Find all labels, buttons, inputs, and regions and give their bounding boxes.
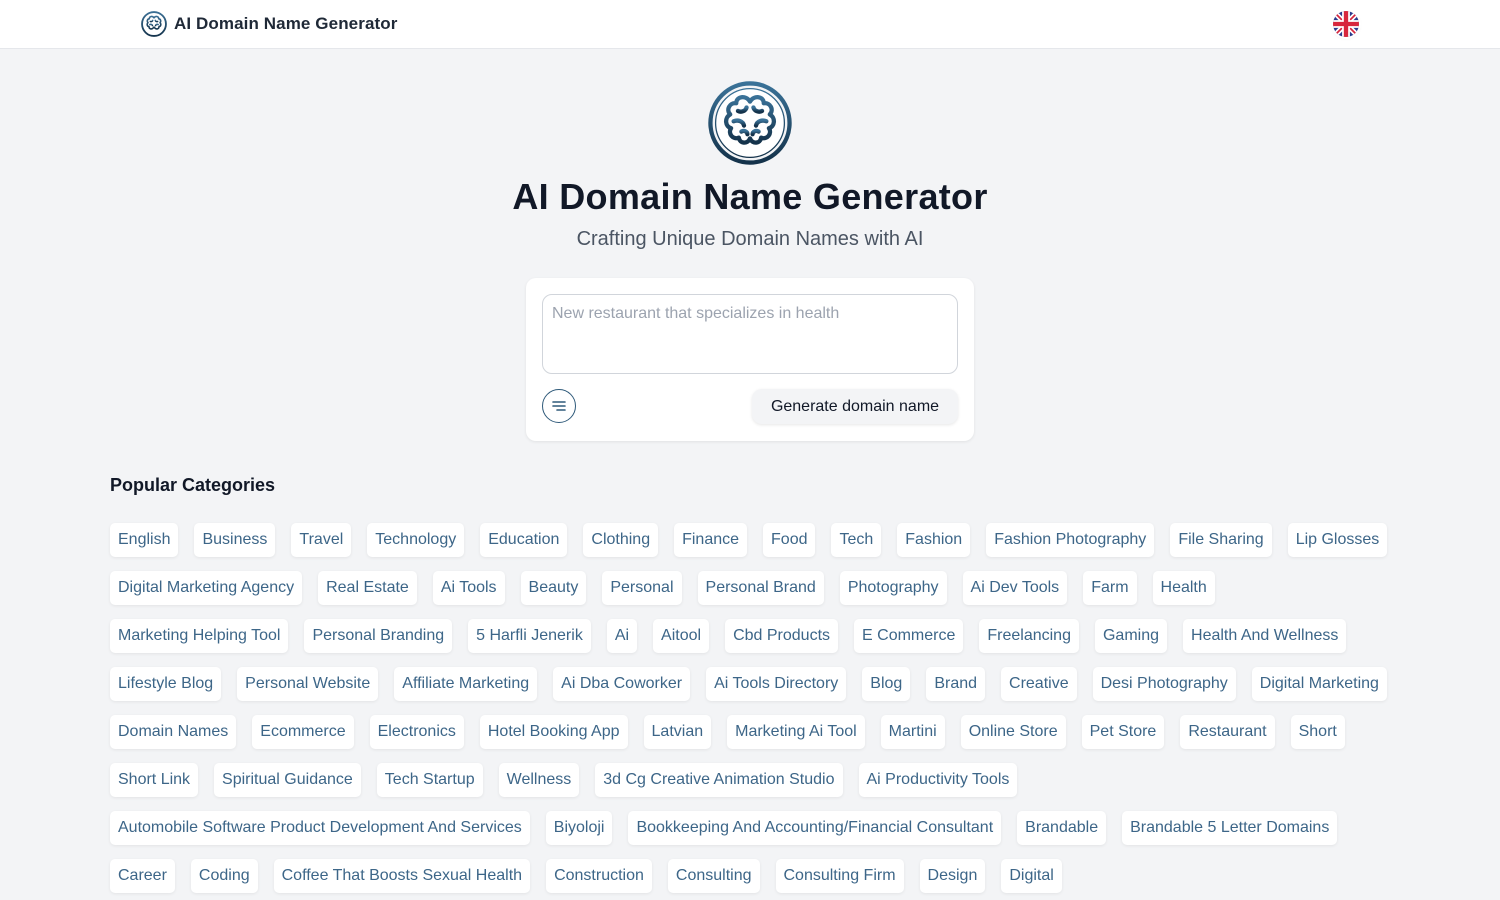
category-tag[interactable]: Ecommerce: [252, 715, 354, 749]
category-tag[interactable]: Beauty: [520, 571, 587, 605]
category-tag[interactable]: Affiliate Marketing: [394, 667, 538, 701]
category-tag[interactable]: Digital Marketing Agency: [110, 571, 303, 605]
category-tag[interactable]: Digital Marketing: [1251, 667, 1387, 701]
category-tag[interactable]: Gaming: [1094, 619, 1168, 653]
category-tag[interactable]: Biyoloji: [545, 811, 613, 845]
category-tag[interactable]: 5 Harfli Jenerik: [468, 619, 591, 653]
category-tag[interactable]: Finance: [674, 523, 748, 557]
brain-icon: [141, 11, 167, 37]
category-tag[interactable]: Hotel Booking App: [479, 715, 628, 749]
category-tag[interactable]: Desi Photography: [1092, 667, 1236, 701]
category-tag[interactable]: Ai: [606, 619, 638, 653]
category-tag[interactable]: Creative: [1001, 667, 1077, 701]
category-tag[interactable]: Lip Glosses: [1287, 523, 1388, 557]
category-tag[interactable]: Martini: [880, 715, 945, 749]
category-tag[interactable]: Ai Productivity Tools: [858, 763, 1018, 797]
domain-search-card: Generate domain name: [526, 278, 974, 441]
category-tag[interactable]: Ai Dba Coworker: [553, 667, 691, 701]
category-tag[interactable]: Wellness: [498, 763, 580, 797]
category-tag[interactable]: Aitool: [653, 619, 710, 653]
category-tag[interactable]: Technology: [367, 523, 465, 557]
category-tag[interactable]: Consulting Firm: [775, 859, 904, 893]
category-tag[interactable]: Personal: [602, 571, 682, 605]
language-selector[interactable]: [1333, 11, 1359, 37]
category-tag[interactable]: Health: [1152, 571, 1215, 605]
category-tag[interactable]: Tech: [831, 523, 882, 557]
page-subtitle: Crafting Unique Domain Names with AI: [576, 228, 924, 250]
uk-flag-icon: [1333, 11, 1359, 37]
category-tag[interactable]: Short: [1290, 715, 1345, 749]
category-tag[interactable]: Domain Names: [110, 715, 237, 749]
category-tag[interactable]: Consulting: [667, 859, 760, 893]
business-description-input[interactable]: [542, 294, 958, 374]
brain-icon: [708, 81, 792, 165]
category-tag[interactable]: Education: [480, 523, 568, 557]
category-tag[interactable]: Digital: [1001, 859, 1062, 893]
category-tag[interactable]: Design: [919, 859, 986, 893]
brand-name: AI Domain Name Generator: [174, 14, 398, 33]
category-tag[interactable]: Bookkeeping And Accounting/Financial Con…: [628, 811, 1002, 845]
category-tag[interactable]: Business: [194, 523, 276, 557]
category-tag[interactable]: Fashion Photography: [986, 523, 1155, 557]
category-tag[interactable]: Farm: [1083, 571, 1137, 605]
category-tag[interactable]: Cbd Products: [725, 619, 839, 653]
category-tag[interactable]: English: [110, 523, 179, 557]
category-tag[interactable]: Food: [763, 523, 816, 557]
category-tag[interactable]: Blog: [862, 667, 911, 701]
category-tag-list: English Business Travel Technology Education…: [110, 523, 1400, 893]
category-tag[interactable]: Clothing: [583, 523, 659, 557]
options-button[interactable]: [542, 389, 576, 423]
category-tag[interactable]: Pet Store: [1081, 715, 1165, 749]
page-title: AI Domain Name Generator: [512, 176, 988, 217]
top-navbar: AI Domain Name Generator: [0, 0, 1500, 49]
category-tag[interactable]: Tech Startup: [376, 763, 483, 797]
category-tag[interactable]: Online Store: [960, 715, 1066, 749]
category-tag[interactable]: Electronics: [369, 715, 464, 749]
category-tag[interactable]: Ai Tools: [432, 571, 505, 605]
category-tag[interactable]: Coding: [190, 859, 258, 893]
category-tag[interactable]: Marketing Ai Tool: [727, 715, 865, 749]
category-tag[interactable]: 3d Cg Creative Animation Studio: [595, 763, 843, 797]
filter-lines-icon: [552, 401, 566, 411]
hero-logo: [707, 80, 793, 166]
category-tag[interactable]: Career: [110, 859, 175, 893]
category-tag[interactable]: Coffee That Boosts Sexual Health: [273, 859, 531, 893]
category-tag[interactable]: Short Link: [110, 763, 199, 797]
category-tag[interactable]: Travel: [291, 523, 352, 557]
category-tag[interactable]: Personal Branding: [304, 619, 453, 653]
category-tag[interactable]: Spiritual Guidance: [214, 763, 361, 797]
category-tag[interactable]: Health And Wellness: [1183, 619, 1347, 653]
category-tag[interactable]: Latvian: [643, 715, 712, 749]
category-tag[interactable]: Marketing Helping Tool: [110, 619, 289, 653]
category-tag[interactable]: Automobile Software Product Development …: [110, 811, 530, 845]
category-tag[interactable]: Brandable: [1017, 811, 1107, 845]
category-tag[interactable]: Restaurant: [1180, 715, 1275, 749]
category-tag[interactable]: Ai Dev Tools: [962, 571, 1068, 605]
category-tag[interactable]: Construction: [546, 859, 652, 893]
popular-categories-heading: Popular Categories: [110, 475, 276, 495]
category-tag[interactable]: Personal Website: [237, 667, 379, 701]
category-tag[interactable]: E Commerce: [854, 619, 964, 653]
generate-domain-button[interactable]: Generate domain name: [752, 389, 958, 424]
category-tag[interactable]: Ai Tools Directory: [706, 667, 847, 701]
category-tag[interactable]: Freelancing: [979, 619, 1079, 653]
category-tag[interactable]: Brandable 5 Letter Domains: [1122, 811, 1338, 845]
category-tag[interactable]: Personal Brand: [697, 571, 824, 605]
category-tag[interactable]: Fashion: [897, 523, 971, 557]
category-tag[interactable]: Photography: [839, 571, 947, 605]
brand-home-link[interactable]: AI Domain Name Generator: [141, 11, 397, 37]
category-tag[interactable]: Real Estate: [318, 571, 417, 605]
category-tag[interactable]: File Sharing: [1170, 523, 1272, 557]
category-tag[interactable]: Lifestyle Blog: [110, 667, 222, 701]
category-tag[interactable]: Brand: [926, 667, 986, 701]
